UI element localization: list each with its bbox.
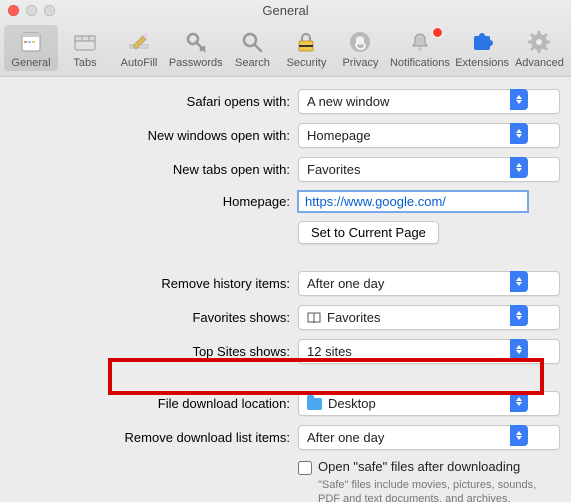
popup-safari-opens[interactable]: A new window: [298, 89, 528, 114]
book-icon: [307, 312, 321, 324]
label-homepage: Homepage:: [20, 194, 298, 209]
toolbar-label: Extensions: [455, 57, 509, 69]
label-file-download: File download location:: [20, 396, 298, 411]
popup-value: A new window: [307, 94, 389, 109]
popup-value: Homepage: [307, 128, 371, 143]
toolbar-privacy[interactable]: Privacy: [333, 25, 387, 71]
window-title: General: [0, 3, 571, 18]
popup-new-windows[interactable]: Homepage: [298, 123, 528, 148]
window-titlebar: General: [0, 0, 571, 20]
autofill-icon: [125, 28, 153, 56]
toolbar-label: AutoFill: [121, 57, 158, 69]
toolbar-label: Security: [287, 57, 327, 69]
toolbar-security[interactable]: Security: [279, 25, 333, 71]
key-icon: [182, 28, 210, 56]
toolbar-advanced[interactable]: Advanced: [512, 25, 567, 71]
label-remove-download: Remove download list items:: [20, 430, 298, 445]
bell-icon: [406, 28, 434, 56]
popup-value: 12 sites: [307, 344, 352, 359]
popup-value: Favorites: [327, 310, 380, 325]
preferences-content: Safari opens with: A new window New wind…: [0, 77, 571, 502]
popup-favorites-shows[interactable]: Favorites: [298, 305, 528, 330]
toolbar-label: Notifications: [390, 57, 450, 69]
toolbar-notifications[interactable]: Notifications: [387, 25, 452, 71]
popup-remove-download[interactable]: After one day: [298, 425, 528, 450]
label-top-sites: Top Sites shows:: [20, 344, 298, 359]
gear-icon: [525, 28, 553, 56]
toolbar-extensions[interactable]: Extensions: [452, 25, 511, 71]
popup-arrows-icon: [510, 271, 528, 292]
homepage-input[interactable]: [298, 191, 528, 212]
popup-arrows-icon: [510, 157, 528, 178]
popup-arrows-icon: [510, 425, 528, 446]
open-safe-description: "Safe" files include movies, pictures, s…: [318, 478, 548, 502]
zoom-window-button[interactable]: [44, 5, 55, 16]
popup-remove-history[interactable]: After one day: [298, 271, 528, 296]
toolbar-search[interactable]: Search: [225, 25, 279, 71]
puzzle-icon: [468, 28, 496, 56]
search-icon: [238, 28, 266, 56]
toolbar-label: Passwords: [169, 57, 223, 69]
toolbar-autofill[interactable]: AutoFill: [112, 25, 166, 71]
popup-value: Favorites: [307, 162, 360, 177]
toolbar-label: Search: [235, 57, 270, 69]
open-safe-files-checkbox[interactable]: [298, 461, 312, 475]
folder-icon: [307, 398, 322, 410]
label-new-windows: New windows open with:: [20, 128, 298, 143]
toolbar-passwords[interactable]: Passwords: [166, 25, 225, 71]
popup-value: After one day: [307, 430, 384, 445]
popup-new-tabs[interactable]: Favorites: [298, 157, 528, 182]
popup-top-sites[interactable]: 12 sites: [298, 339, 528, 364]
popup-value: Desktop: [328, 396, 376, 411]
close-window-button[interactable]: [8, 5, 19, 16]
toolbar-label: Tabs: [73, 57, 96, 69]
popup-arrows-icon: [510, 89, 528, 110]
toolbar-label: Privacy: [342, 57, 378, 69]
set-to-current-page-button[interactable]: Set to Current Page: [298, 221, 439, 244]
traffic-lights: [8, 5, 55, 16]
label-safari-opens: Safari opens with:: [20, 94, 298, 109]
popup-arrows-icon: [510, 123, 528, 144]
preferences-toolbar: General Tabs AutoFill Passwords Search S…: [0, 20, 571, 77]
toolbar-label: Advanced: [515, 57, 564, 69]
label-open-safe: Open "safe" files after downloading: [318, 459, 520, 474]
popup-arrows-icon: [510, 305, 528, 326]
label-new-tabs: New tabs open with:: [20, 162, 298, 177]
badge-dot-icon: [433, 28, 442, 37]
general-icon: [17, 28, 45, 56]
hand-icon: [346, 28, 374, 56]
label-remove-history: Remove history items:: [20, 276, 298, 291]
toolbar-general[interactable]: General: [4, 25, 58, 71]
tabs-icon: [71, 28, 99, 56]
toolbar-tabs[interactable]: Tabs: [58, 25, 112, 71]
popup-arrows-icon: [510, 391, 528, 412]
popup-arrows-icon: [510, 339, 528, 360]
popup-value: After one day: [307, 276, 384, 291]
lock-icon: [292, 28, 320, 56]
minimize-window-button[interactable]: [26, 5, 37, 16]
popup-file-download[interactable]: Desktop: [298, 391, 528, 416]
label-favorites-shows: Favorites shows:: [20, 310, 298, 325]
toolbar-label: General: [11, 57, 50, 69]
